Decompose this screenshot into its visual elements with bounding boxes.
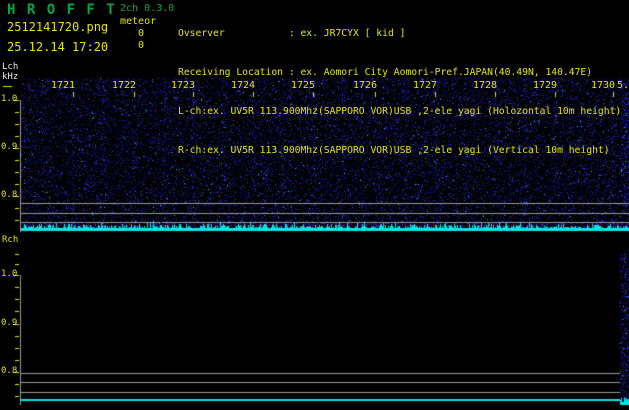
time-label-1726: 1726 [353,80,378,91]
freq-unit-label: kHz [2,72,19,82]
meteor-count-2: 0 [138,40,145,51]
time-label-1723: 1723 [171,80,196,91]
time-label-1727: 1727 [413,80,438,91]
time-label-1722: 1722 [112,80,137,91]
time-label-1729: 1729 [533,80,558,91]
app-title: H R O F F T [7,2,117,18]
rch-panel-label: Rch [2,235,19,245]
info-line-lch-rig: L-ch:ex. UV5R 113.900Mhz(SAPPORO VOR)USB… [178,106,622,117]
version-label: 2ch 0.3.0 [120,3,175,14]
time-label-1730: 1730 [591,80,616,91]
rch-ytick-1-0: 1.0 [1,269,18,279]
rch-ytick-0-9: 0.9 [1,318,18,328]
info-line-observer: Ovserver : ex. JR7CYX [ kid ] [178,28,406,39]
hrofft-window: H R O F F T 2ch 0.3.0 meteor 0 0 2512141… [0,0,629,410]
rch-ytick-0-8: 0.8 [1,366,18,376]
station-info: Ovserver : ex. JR7CYX [ kid ] Receiving … [178,1,621,183]
output-filename: 2512141720.png [7,20,109,34]
lch-panel-label: Lch [2,62,19,72]
lch-ytick-0-8: 0.8 [1,190,18,200]
meteor-count-1: 0 [138,28,145,39]
time-label-partial: 5. [617,80,629,91]
lch-ytick-0-9: 0.9 [1,142,18,152]
current-datetime: 25.12.14 17:20 [7,40,109,54]
time-label-1724: 1724 [231,80,256,91]
info-line-location: Receiving Location : ex. Aomori City Aom… [178,67,593,78]
time-label-1721: 1721 [51,80,76,91]
info-line-rch-rig: R-ch:ex. UV5R 113.900Mhz(SAPPORO VOR)USB… [178,145,610,156]
lch-ytick-1-0: 1.0 [1,94,18,104]
time-label-1725: 1725 [291,80,316,91]
time-label-1728: 1728 [473,80,498,91]
mode-label: meteor [120,16,157,27]
